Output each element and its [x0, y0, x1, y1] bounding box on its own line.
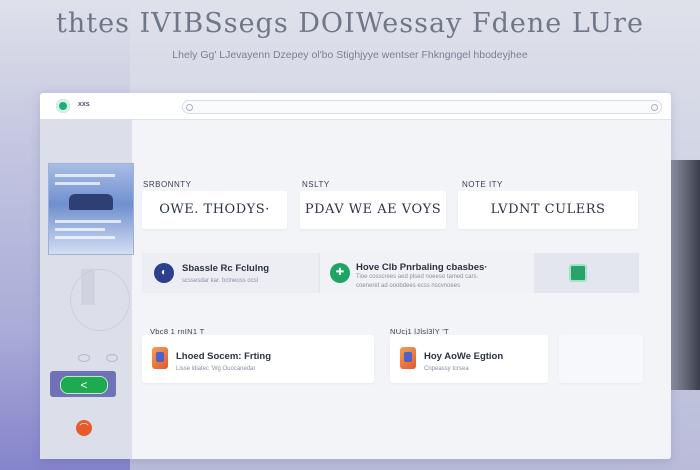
thumbnail-line [55, 220, 121, 223]
thumbnail-line [55, 182, 100, 185]
sidebar-ring-icon [78, 354, 90, 362]
feature-subtitle: Lisse ldiatec 'Wg Ouocanedar [176, 366, 256, 372]
background-device-edge [668, 160, 700, 390]
task-row-subtitle: scssesdar kar. bclneoss ocsl [182, 278, 259, 284]
feature-card[interactable]: Lhoed Socem: Frting Lisse ldiatec 'Wg Ou… [142, 335, 374, 383]
hero-subtitle: Lhely Gg' LJevayenn Dzepey ol'bo Stighjy… [172, 49, 528, 61]
ghost-bar-decoration [81, 269, 95, 305]
sidebar: < ⌒ [40, 119, 134, 459]
preview-thumbnail[interactable] [48, 163, 134, 255]
task-row[interactable]: ✚ Hove Clb Pnrbaling cbasbes· Tioe cossc… [320, 253, 534, 293]
task-row-bar: ◐ Sbassle Rc Fclulng scssesdar kar. bcln… [142, 253, 639, 293]
document-icon [152, 347, 168, 369]
stat-card[interactable]: LVDNT CULERS [458, 191, 638, 229]
stat-value: OWE. THODYS· [159, 202, 270, 217]
feature-subtitle: Cnpeassy tcrsea [424, 366, 469, 372]
address-bar[interactable] [182, 100, 662, 114]
stat-label: NOTE ITY [462, 180, 503, 189]
window-titlebar: xxs [40, 93, 671, 120]
thumbnail-vehicle-icon [69, 194, 113, 210]
stat-card[interactable]: OWE. THODYS· [142, 191, 287, 229]
feature-title: Lhoed Socem: Frting [176, 351, 271, 362]
stat-value: LVDNT CULERS [490, 202, 606, 217]
plus-icon: ✚ [330, 263, 350, 283]
stat-value: PDAV WE AE VOYS [304, 202, 442, 217]
feature-title: Hoy AoWe Egtion [424, 351, 504, 362]
hero-title: thtes IVIBSsegs DOIWessay Fdene LUre [56, 8, 644, 39]
app-name: xxs [78, 101, 90, 108]
back-button-container: < [50, 371, 116, 397]
square-app-icon[interactable] [569, 264, 587, 282]
stat-label: SRBONNTY [143, 180, 192, 189]
half-circle-icon: ◐ [154, 263, 174, 283]
orange-action-button[interactable]: ⌒ [76, 420, 92, 436]
address-right-dot-icon [651, 104, 658, 111]
thumbnail-line [55, 228, 105, 231]
empty-card[interactable] [559, 335, 643, 383]
task-row-subtitle: Tioe cosscrees aed plsed noeeso tamed ca… [356, 274, 479, 289]
document-icon [400, 347, 416, 369]
stat-label: NSLTY [302, 180, 330, 189]
thumbnail-line [55, 236, 115, 239]
app-window: xxs < ⌒ SRBONNTY OWE. THODYS· NSLTY PDAV… [40, 93, 671, 459]
feature-card[interactable]: Hoy AoWe Egtion Cnpeassy tcrsea [390, 335, 548, 383]
task-row-title: Hove Clb Pnrbaling cbasbes· [356, 262, 488, 273]
main-content: SRBONNTY OWE. THODYS· NSLTY PDAV WE AE V… [132, 119, 671, 459]
task-row[interactable]: ◐ Sbassle Rc Fclulng scssesdar kar. bcln… [142, 253, 318, 293]
address-left-dot-icon [186, 104, 193, 111]
stat-card[interactable]: PDAV WE AE VOYS [300, 191, 446, 229]
ghost-circle-decoration [70, 269, 130, 331]
app-logo-icon [56, 99, 70, 113]
back-button[interactable]: < [60, 376, 108, 394]
sidebar-ring-icon [106, 354, 118, 362]
thumbnail-line [55, 174, 115, 177]
task-row-title: Sbassle Rc Fclulng [182, 263, 270, 274]
